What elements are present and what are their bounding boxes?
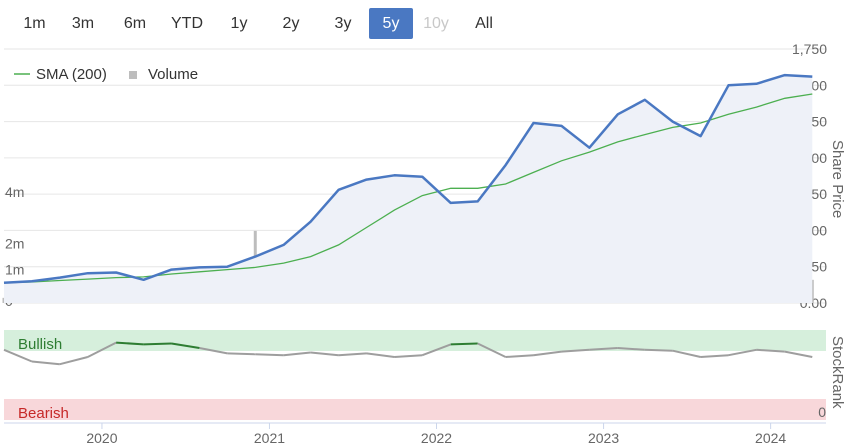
stockrank-segment [394,354,423,358]
x-tick-label: 2020 [86,430,117,445]
x-tick-label: 2023 [588,430,619,445]
price-area [4,75,813,303]
x-tick-label: 2021 [254,430,285,445]
volume-legend-label: Volume [148,66,198,83]
bearish-band [4,399,826,420]
stockrank-segment [533,350,562,357]
stockrank-segment [310,351,339,357]
price-axis-title: Share Price [829,140,846,218]
stockrank-segment [505,354,534,358]
stockrank-panel: Bullish Bearish 0 [3,330,826,422]
stockrank-segment [227,352,256,356]
x-tick-label: 2024 [755,430,786,445]
stockrank-segment [143,342,172,346]
bullish-band [4,330,826,351]
stockrank-segment [450,342,478,346]
bullish-band-label: Bullish [18,336,62,353]
sma-legend-label: SMA (200) [36,66,107,83]
legend: SMA (200) Volume [14,66,198,83]
volume-legend-swatch [129,71,137,79]
stockrank-segment [784,350,813,358]
x-tick-label: 2022 [421,430,452,445]
stockrank-segment [283,351,311,357]
bearish-band-label: Bearish [18,405,69,422]
stockrank-segment [59,356,89,366]
x-axis: 2020 2021 2022 2023 2024 [4,422,826,445]
price-area-fill [4,75,813,303]
stockrank-segment [672,349,701,358]
stock-chart: 0.002505007501,0001,2501,5001,750 01m2m4… [2,41,846,445]
volume-tick-label: 1m [5,261,24,277]
stockrank-axis-title: StockRank [829,336,846,409]
volume-tick-label: 4m [5,184,24,200]
stockrank-segment [644,348,673,352]
volume-tick-label: 2m [5,236,24,252]
stockrank-segment [31,360,60,366]
stockrank-segment [338,352,367,357]
price-tick-label: 1,750 [792,41,827,57]
stockrank-segment [366,352,395,358]
stockrank-segment [700,354,729,358]
stockrank-segment [255,353,284,357]
stockrank-tick-label: 0 [818,404,826,420]
